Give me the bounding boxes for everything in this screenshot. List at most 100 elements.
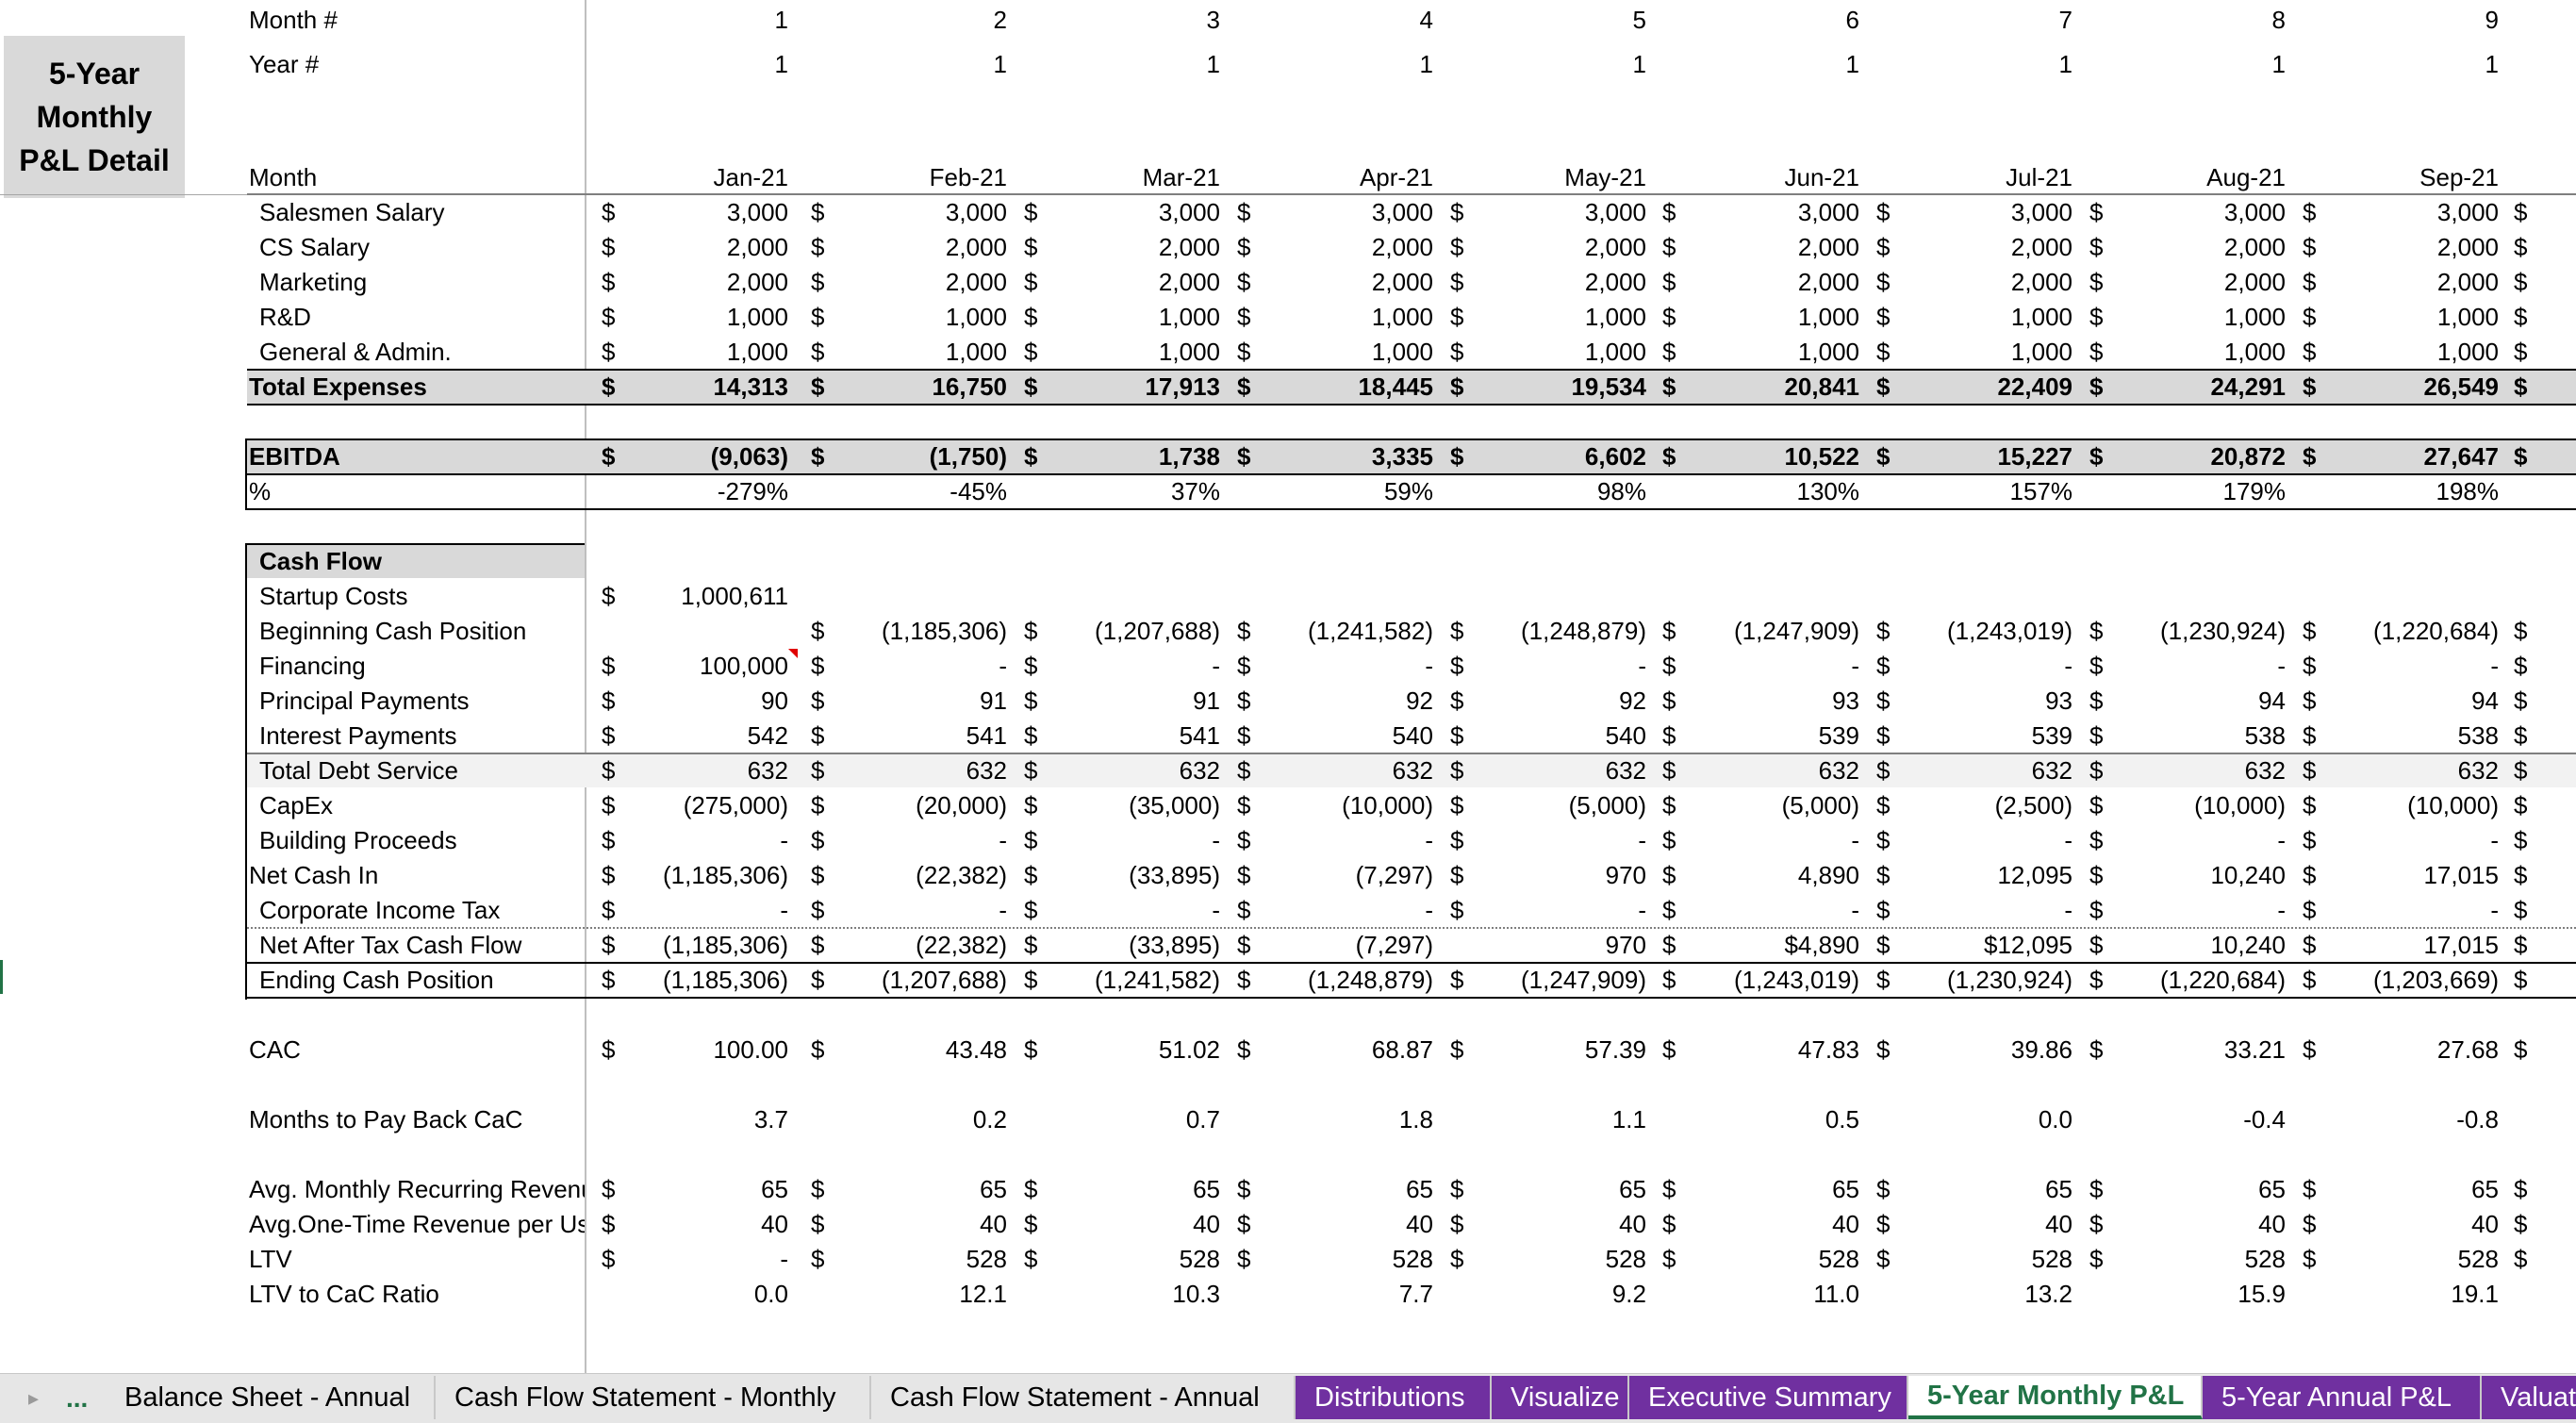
startup-costs-row-value[interactable] [1245, 579, 1433, 613]
one-time-revenue-row-value[interactable]: 40 [1458, 1207, 1646, 1241]
mrr-row-value[interactable]: 65 [2097, 1172, 2286, 1206]
principal-payments-row-value[interactable]: 93 [1671, 684, 1859, 718]
capex-row-value[interactable]: (10,000) [2310, 788, 2499, 822]
one-time-revenue-row-value[interactable]: 40 [818, 1207, 1007, 1241]
total-debt-service-row-label[interactable]: Total Debt Service [249, 753, 585, 787]
year-number-row-value[interactable]: 1 [2310, 47, 2499, 81]
one-time-revenue-row-value[interactable]: 40 [1884, 1207, 2072, 1241]
payback-row-value[interactable]: 1.1 [1458, 1102, 1646, 1136]
total-expenses-row-value[interactable]: 14,313 [600, 370, 788, 404]
corporate-tax-row-value[interactable]: - [1671, 893, 1859, 927]
total-expenses-row-value[interactable]: 16,750 [818, 370, 1007, 404]
beginning-cash-row-value[interactable]: (1,247,909) [1671, 614, 1859, 648]
sheet-tab[interactable]: 5-Year Annual P&L [2203, 1376, 2482, 1419]
expense-row-value[interactable]: 2,000 [1032, 230, 1220, 264]
net-cash-in-row-value[interactable]: (33,895) [1032, 858, 1220, 892]
ebitda-row-value[interactable]: 6,602 [1458, 439, 1646, 473]
payback-row-value[interactable]: 0.2 [818, 1102, 1007, 1136]
cac-row-value[interactable]: 57.39 [1458, 1033, 1646, 1067]
interest-payments-row-value[interactable]: 540 [1245, 719, 1433, 753]
startup-costs-row-value[interactable] [818, 579, 1007, 613]
mrr-row-value[interactable]: 65 [818, 1172, 1007, 1206]
net-cash-in-row-value[interactable]: 970 [1458, 858, 1646, 892]
ebitda-percent-row-value[interactable]: 179% [2097, 474, 2287, 508]
ebitda-percent-row-value[interactable]: -279% [600, 474, 788, 508]
net-after-tax-row-value[interactable]: $4,890 [1671, 928, 1859, 962]
ending-cash-row-value[interactable]: (1,241,582) [1032, 963, 1220, 997]
ltv-row-value[interactable]: 528 [2310, 1242, 2499, 1276]
sheet-tab[interactable]: Cash Flow Statement - Monthly [436, 1376, 871, 1419]
total-debt-service-row-value[interactable]: 632 [600, 753, 788, 787]
ebitda-row-value[interactable]: 27,647 [2310, 439, 2499, 473]
month-number-row-value[interactable]: 7 [1884, 3, 2072, 37]
expense-row-value[interactable]: 3,000 [1032, 195, 1220, 229]
expense-row-value[interactable]: 1,000 [1458, 300, 1646, 334]
total-expenses-row-value[interactable]: 19,534 [1458, 370, 1646, 404]
building-proceeds-row-value[interactable]: - [2097, 823, 2286, 857]
ebitda-percent-row-value[interactable]: 37% [1032, 474, 1220, 508]
building-proceeds-row-value[interactable]: - [1245, 823, 1433, 857]
financing-row-value[interactable]: 100,000 [600, 649, 788, 683]
ending-cash-row-value[interactable]: (1,243,019) [1671, 963, 1859, 997]
month-number-row-value[interactable]: 6 [1671, 3, 1859, 37]
total-expenses-row-value[interactable]: 26,549 [2310, 370, 2499, 404]
year-number-row-value[interactable]: 1 [1884, 47, 2072, 81]
net-cash-in-row-label[interactable]: Net Cash In [249, 858, 585, 892]
expense-row-value[interactable]: 1,000 [1671, 300, 1859, 334]
sheet-tab[interactable]: Distributions [1296, 1376, 1492, 1419]
expense-row-value[interactable]: 1,000 [818, 335, 1007, 369]
mrr-row-value[interactable]: 65 [600, 1172, 788, 1206]
building-proceeds-row-value[interactable]: - [600, 823, 788, 857]
beginning-cash-row-value[interactable]: (1,241,582) [1245, 614, 1433, 648]
interest-payments-row-value[interactable]: 540 [1458, 719, 1646, 753]
ebitda-percent-row-value[interactable]: 157% [1884, 474, 2073, 508]
sheet-tab[interactable]: Balance Sheet - Annual [106, 1376, 436, 1419]
principal-payments-row-value[interactable]: 92 [1245, 684, 1433, 718]
building-proceeds-row-value[interactable]: - [2310, 823, 2499, 857]
expense-row-value[interactable]: 1,000 [600, 300, 788, 334]
cash-flow-header-label[interactable]: Cash Flow [249, 544, 585, 578]
net-cash-in-row-value[interactable]: (22,382) [818, 858, 1007, 892]
year-number-row-label[interactable]: Year # [249, 47, 585, 81]
ltv-row-value[interactable]: 528 [1884, 1242, 2072, 1276]
financing-row-value[interactable]: - [1458, 649, 1646, 683]
month-number-row-value[interactable]: 9 [2310, 3, 2499, 37]
expense-row-value[interactable]: 2,000 [1884, 265, 2072, 299]
interest-payments-row-value[interactable]: 539 [1671, 719, 1859, 753]
mrr-row-value[interactable]: 65 [1458, 1172, 1646, 1206]
capex-row-value[interactable]: (5,000) [1671, 788, 1859, 822]
mrr-row-value[interactable]: 65 [1245, 1172, 1433, 1206]
beginning-cash-row-value[interactable]: (1,248,879) [1458, 614, 1646, 648]
startup-costs-row-value[interactable] [1671, 579, 1859, 613]
cac-row-value[interactable]: 33.21 [2097, 1033, 2286, 1067]
comment-indicator-icon[interactable] [788, 649, 798, 658]
corporate-tax-row-value[interactable]: - [818, 893, 1007, 927]
total-expenses-row-value[interactable]: 17,913 [1032, 370, 1220, 404]
financing-row-value[interactable]: - [2310, 649, 2499, 683]
financing-row-value[interactable]: - [1884, 649, 2072, 683]
total-expenses-row-value[interactable]: 18,445 [1245, 370, 1433, 404]
year-number-row-value[interactable]: 1 [1245, 47, 1433, 81]
startup-costs-row-value[interactable]: 1,000,611 [600, 579, 788, 613]
month-number-row-value[interactable]: 8 [2097, 3, 2286, 37]
interest-payments-row-value[interactable]: 539 [1884, 719, 2072, 753]
month-number-row-value[interactable]: 4 [1245, 3, 1433, 37]
startup-costs-row-value[interactable] [2310, 579, 2499, 613]
cac-row-label[interactable]: CAC [249, 1033, 585, 1067]
beginning-cash-row-value[interactable]: (1,185,306) [818, 614, 1007, 648]
month-row-value[interactable]: Jul-21 [1884, 160, 2072, 194]
year-number-row-value[interactable]: 1 [600, 47, 788, 81]
interest-payments-row-value[interactable]: 542 [600, 719, 788, 753]
mrr-row-label[interactable]: Avg. Monthly Recurring Revenue [249, 1172, 585, 1206]
month-row-label[interactable]: Month [249, 160, 585, 194]
expense-row-value[interactable]: 2,000 [2097, 265, 2286, 299]
expense-row-value[interactable]: 2,000 [2310, 265, 2499, 299]
building-proceeds-row-value[interactable]: - [1032, 823, 1220, 857]
sheet-tab[interactable]: Valuati [2482, 1376, 2576, 1419]
corporate-tax-row-value[interactable]: - [1458, 893, 1646, 927]
net-after-tax-row-value[interactable]: $12,095 [1884, 928, 2072, 962]
corporate-tax-row-value[interactable]: - [2097, 893, 2286, 927]
ending-cash-row-value[interactable]: (1,230,924) [1884, 963, 2072, 997]
startup-costs-row-value[interactable] [1884, 579, 2072, 613]
net-after-tax-row-value[interactable]: (1,185,306) [600, 928, 788, 962]
